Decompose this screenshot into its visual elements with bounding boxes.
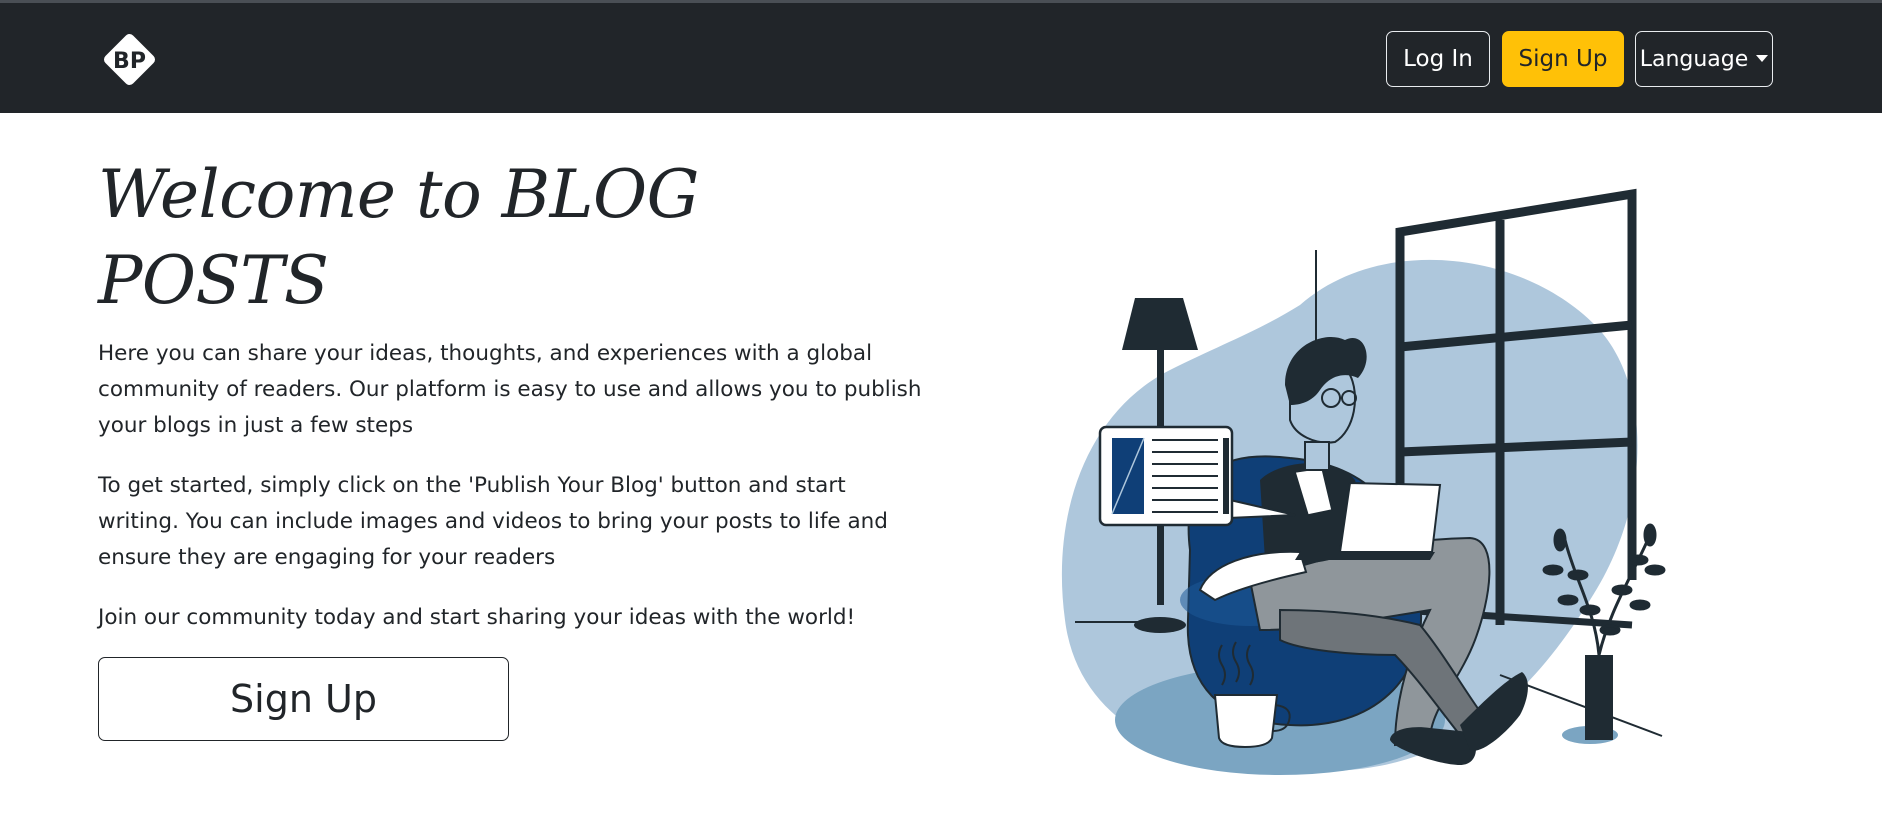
instructions-paragraph: To get started, simply click on the 'Pub… (98, 473, 888, 570)
logo-text: BP (113, 49, 146, 74)
language-dropdown[interactable]: Language (1635, 31, 1773, 87)
login-button[interactable]: Log In (1386, 31, 1490, 87)
bp-logo-icon[interactable]: BP (98, 28, 161, 91)
page-title: Welcome to BLOG POSTS (98, 156, 699, 319)
language-label: Language (1639, 46, 1749, 72)
navbar: BP Log In Sign Up Language (0, 3, 1882, 113)
hero-signup-button[interactable]: Sign Up (98, 657, 509, 741)
person-reading-illustration (1061, 188, 1666, 775)
community-paragraph: Join our community today and start shari… (98, 605, 856, 630)
intro-paragraph: Here you can share your ideas, thoughts,… (98, 341, 922, 438)
nav-signup-button[interactable]: Sign Up (1502, 31, 1624, 87)
caret-down-icon (1756, 54, 1769, 62)
